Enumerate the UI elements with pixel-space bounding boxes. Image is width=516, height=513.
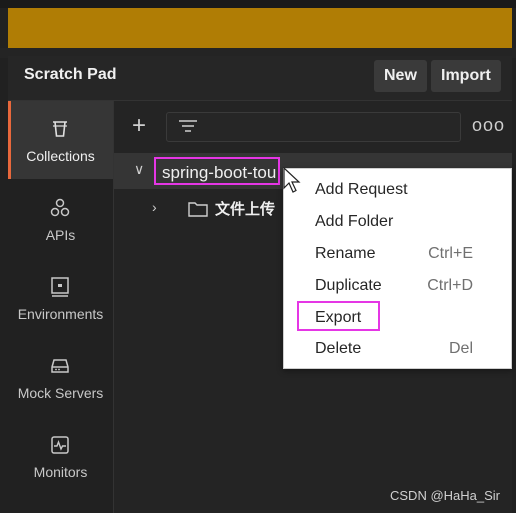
sidebar-item-label: Mock Servers: [17, 385, 104, 401]
sidebar-item-environments[interactable]: Environments: [8, 259, 113, 337]
trash-can-icon: [53, 121, 67, 137]
workspace-header: Scratch Pad New Import: [8, 56, 512, 101]
server-icon: [51, 359, 69, 373]
window-top-frame: [0, 0, 516, 8]
collection-context-menu: Add Request Add Folder Rename Ctrl+E Dup…: [283, 168, 512, 369]
mouse-cursor-icon: [283, 167, 301, 193]
menu-item-shortcut: Ctrl+D: [427, 277, 473, 294]
chevron-right-icon[interactable]: ›: [152, 199, 157, 215]
menu-item-add-request[interactable]: Add Request: [284, 175, 511, 205]
menu-item-label: Rename: [315, 245, 376, 262]
menu-item-add-folder[interactable]: Add Folder: [284, 207, 511, 237]
top-banner: [8, 8, 512, 48]
menu-item-duplicate[interactable]: Duplicate Ctrl+D: [284, 271, 511, 301]
sidebar-item-apis[interactable]: APIs: [8, 180, 113, 258]
watermark: CSDN @HaHa_Sir: [390, 488, 500, 503]
sidebar-item-mock-servers[interactable]: Mock Servers: [8, 338, 113, 416]
sidebar-item-collections[interactable]: Collections: [8, 101, 113, 179]
workspace-title: Scratch Pad: [24, 66, 117, 83]
collections-toolbar: + ooo: [114, 101, 512, 151]
filter-icon[interactable]: [178, 119, 198, 135]
menu-item-delete[interactable]: Delete Del: [284, 334, 511, 364]
monitor-icon: [51, 436, 69, 454]
menu-item-label: Add Request: [315, 181, 408, 198]
menu-item-shortcut: Ctrl+E: [428, 245, 473, 262]
search-input[interactable]: [166, 112, 461, 142]
folder-icon: [188, 202, 208, 217]
sidebar-item-monitors[interactable]: Monitors: [8, 417, 113, 495]
export-highlight: [297, 301, 380, 331]
folder-name: 文件上传: [215, 201, 276, 218]
menu-item-label: Duplicate: [315, 277, 382, 294]
sidebar-item-label: Environments: [17, 306, 104, 322]
menu-item-label: Delete: [315, 340, 362, 357]
api-nodes-icon: [50, 198, 70, 217]
environment-icon: [51, 277, 69, 297]
add-collection-icon[interactable]: +: [132, 114, 146, 138]
new-button[interactable]: New: [374, 60, 427, 92]
menu-item-shortcut: Del: [448, 340, 473, 357]
more-options-icon[interactable]: ooo: [472, 115, 505, 136]
chevron-down-icon[interactable]: ∨: [134, 161, 144, 178]
sidebar-item-label: Monitors: [33, 464, 88, 480]
collection-name: spring-boot-tou: [154, 157, 280, 185]
import-button[interactable]: Import: [431, 60, 501, 92]
sidebar-item-label: APIs: [45, 227, 76, 243]
sidebar: Collections APIs Environments Mock Serve…: [8, 101, 114, 513]
menu-item-label: Add Folder: [315, 213, 394, 230]
sidebar-item-label: Collections: [26, 148, 95, 164]
menu-item-rename[interactable]: Rename Ctrl+E: [284, 239, 511, 269]
